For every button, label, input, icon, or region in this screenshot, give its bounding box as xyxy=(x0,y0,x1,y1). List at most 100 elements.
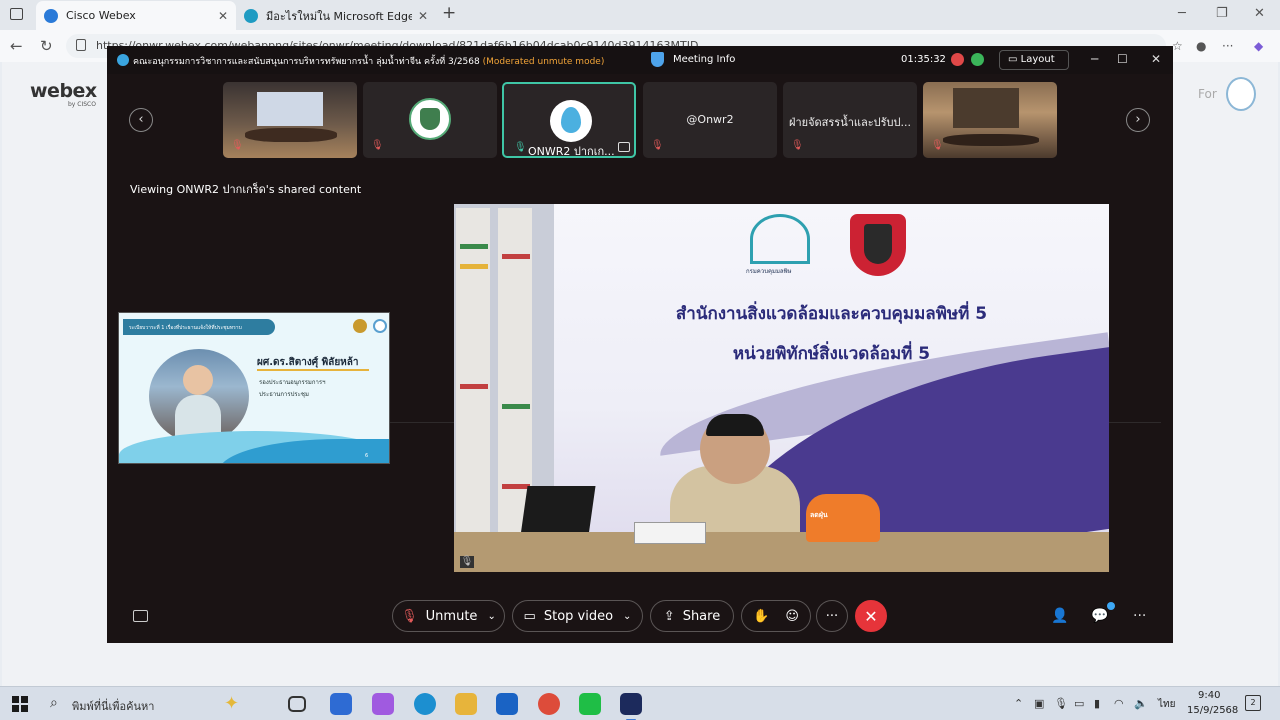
line-app-icon[interactable] xyxy=(579,693,601,715)
unread-indicator xyxy=(1107,602,1115,610)
stop-video-button[interactable]: ▭ Stop video ⌄ xyxy=(512,600,643,632)
meeting-info-button[interactable]: Meeting Info xyxy=(673,54,735,65)
room-screen xyxy=(257,92,323,126)
tab-title: Cisco Webex xyxy=(66,9,136,22)
minimize-icon[interactable]: ─ xyxy=(1178,6,1186,21)
mic-muted-icon: 🎙 xyxy=(651,140,664,151)
battery-icon[interactable]: ▮ xyxy=(1094,697,1100,710)
search-icon[interactable]: ⌕ xyxy=(50,695,58,711)
share-button[interactable]: ⇪ Share xyxy=(650,600,734,632)
edge-app-icon[interactable] xyxy=(414,693,436,715)
mic-muted-icon: 🎙 xyxy=(231,140,244,151)
divider xyxy=(1109,422,1161,423)
layout-button[interactable]: ▭ Layout xyxy=(999,50,1069,70)
meeting-name: คณะอนุกรรมการวิชาการและสนับสนุนการบริหาร… xyxy=(133,57,480,67)
divider xyxy=(390,422,454,423)
raise-hand-icon[interactable]: ✋ xyxy=(753,609,769,624)
profile-icon[interactable]: ● xyxy=(1196,39,1206,53)
banner-subheading: หน่วยพิทักษ์สิ่งแวดล้อมที่ 5 xyxy=(732,344,931,364)
language-indicator[interactable]: ไทย xyxy=(1158,697,1175,712)
pcd-logo-icon xyxy=(750,214,810,264)
tab-cisco-webex[interactable]: Cisco Webex ✕ xyxy=(36,1,236,30)
shield-icon[interactable] xyxy=(651,52,664,67)
restore-icon[interactable]: ❐ xyxy=(1216,6,1228,21)
board-label xyxy=(460,384,488,389)
minimize-meeting-icon[interactable]: ─ xyxy=(1091,52,1098,66)
sharing-icon xyxy=(618,142,630,152)
chevron-down-icon[interactable]: ⌄ xyxy=(487,611,495,622)
captions-icon[interactable] xyxy=(133,610,148,622)
chrome-icon[interactable] xyxy=(538,693,560,715)
mic-muted-icon: 🎙 xyxy=(460,556,474,568)
meeting-title: คณะอนุกรรมการวิชาการและสนับสนุนการบริหาร… xyxy=(133,54,604,68)
participant-tile[interactable]: @Onwr2 🎙 xyxy=(643,82,777,158)
pcd-logo-text: กรมควบคุมมลพิษ xyxy=(746,268,792,275)
close-meeting-icon[interactable]: ✕ xyxy=(1151,52,1161,66)
board-label xyxy=(502,484,530,489)
meeting-mode: (Moderated unmute mode) xyxy=(482,57,605,67)
participant-tile[interactable]: 🎙 xyxy=(223,82,357,158)
participant-name: @Onwr2 xyxy=(686,113,734,126)
close-tab-icon[interactable]: ✕ xyxy=(418,9,428,23)
outlook-icon[interactable] xyxy=(496,693,518,715)
webex-logo-sub: by CISCO xyxy=(68,101,96,108)
more-options-icon[interactable]: ··· xyxy=(1222,39,1233,53)
taskbar-search-field[interactable]: พิมพ์ที่นี่เพื่อค้นหา xyxy=(72,697,154,715)
main-speaker-video[interactable]: กรมควบคุมมลพิษ สำนักงานสิ่งแวดล้อมและควบ… xyxy=(454,204,1109,572)
microphone-icon[interactable]: 🎙 xyxy=(1054,697,1068,710)
tab-edge-whats-new[interactable]: มีอะไรใหม่ใน Microsoft Edge ✕ xyxy=(236,1,436,30)
emoji-reaction-icon[interactable]: ☺ xyxy=(785,609,799,624)
volume-icon[interactable]: 🔈 xyxy=(1134,697,1148,710)
speaker-face xyxy=(183,365,213,395)
leave-meeting-button[interactable]: ✕ xyxy=(855,600,887,632)
maximize-meeting-icon[interactable]: ☐ xyxy=(1117,52,1128,66)
shared-slide-video[interactable]: ระเบียบวาระที่ 1 เรื่องที่ประธานแจ้งให้ท… xyxy=(118,312,390,464)
participants-icon[interactable]: 👤 xyxy=(1051,608,1068,624)
participant-seal-avatar xyxy=(409,98,451,140)
desk xyxy=(454,532,1109,572)
camera-icon[interactable]: ▭ xyxy=(1074,697,1084,710)
store-icon[interactable] xyxy=(330,693,352,715)
mic-muted-icon: 🎙 xyxy=(791,140,804,151)
unmute-button[interactable]: 🎙 Unmute ⌄ xyxy=(392,600,505,632)
file-explorer-icon[interactable] xyxy=(455,693,477,715)
copilot-app-icon[interactable] xyxy=(372,693,394,715)
more-options-button[interactable]: ··· xyxy=(816,600,848,632)
new-tab-button[interactable]: + xyxy=(442,3,456,23)
task-view-icon[interactable] xyxy=(288,696,306,712)
wifi-icon[interactable]: ◠ xyxy=(1114,697,1124,710)
chevron-down-icon[interactable]: ⌄ xyxy=(623,611,631,622)
search-highlight-icon[interactable]: ✦ xyxy=(224,693,239,714)
tab-actions-icon[interactable] xyxy=(10,8,23,20)
meeting-window: คณะอนุกรรมการวิชาการและสนับสนุนการบริหาร… xyxy=(107,46,1173,643)
name-underline xyxy=(257,369,369,371)
participant-tile[interactable]: ฝ่ายจัดสรรน้ำและปรับป... 🎙 xyxy=(783,82,917,158)
next-participants-button[interactable]: › xyxy=(1126,108,1150,132)
participant-tile-active[interactable]: 🎙 ONWR2 ปากเก... xyxy=(502,82,636,158)
copilot-icon[interactable]: ◆ xyxy=(1254,39,1263,53)
close-tab-icon[interactable]: ✕ xyxy=(218,9,228,23)
participant-tile[interactable]: 🎙 xyxy=(363,82,497,158)
share-label: Share xyxy=(682,608,721,624)
banner-heading: สำนักงานสิ่งแวดล้อมและควบคุมมลพิษที่ 5 xyxy=(675,304,988,324)
webex-app-icon[interactable] xyxy=(620,693,642,720)
more-panels-icon[interactable]: ··· xyxy=(1133,608,1146,624)
show-hidden-icons[interactable]: ⌃ xyxy=(1014,697,1023,710)
back-icon[interactable]: ← xyxy=(10,37,23,55)
meet-now-icon[interactable]: ▣ xyxy=(1034,697,1044,710)
clock-date[interactable]: 15/9/2568 xyxy=(1187,705,1238,716)
notification-center-icon[interactable]: 2 xyxy=(1245,695,1261,711)
windows-start-icon[interactable] xyxy=(12,696,28,712)
clock-time[interactable]: 9:40 xyxy=(1198,690,1220,701)
favorites-icon[interactable]: ☆ xyxy=(1172,39,1183,53)
recording-icon[interactable] xyxy=(951,53,964,66)
edge-favicon-icon xyxy=(244,8,258,23)
webex-app-icon xyxy=(117,54,129,66)
participant-tile[interactable]: 🎙 xyxy=(923,82,1057,158)
previous-participants-button[interactable]: ‹ xyxy=(129,108,153,132)
participant-name: ONWR2 ปากเก... xyxy=(528,145,615,158)
refresh-icon[interactable]: ↻ xyxy=(40,37,53,55)
lock-icon xyxy=(76,39,86,51)
close-window-icon[interactable]: ✕ xyxy=(1254,6,1265,21)
chat-icon[interactable]: 💬 xyxy=(1091,608,1108,624)
